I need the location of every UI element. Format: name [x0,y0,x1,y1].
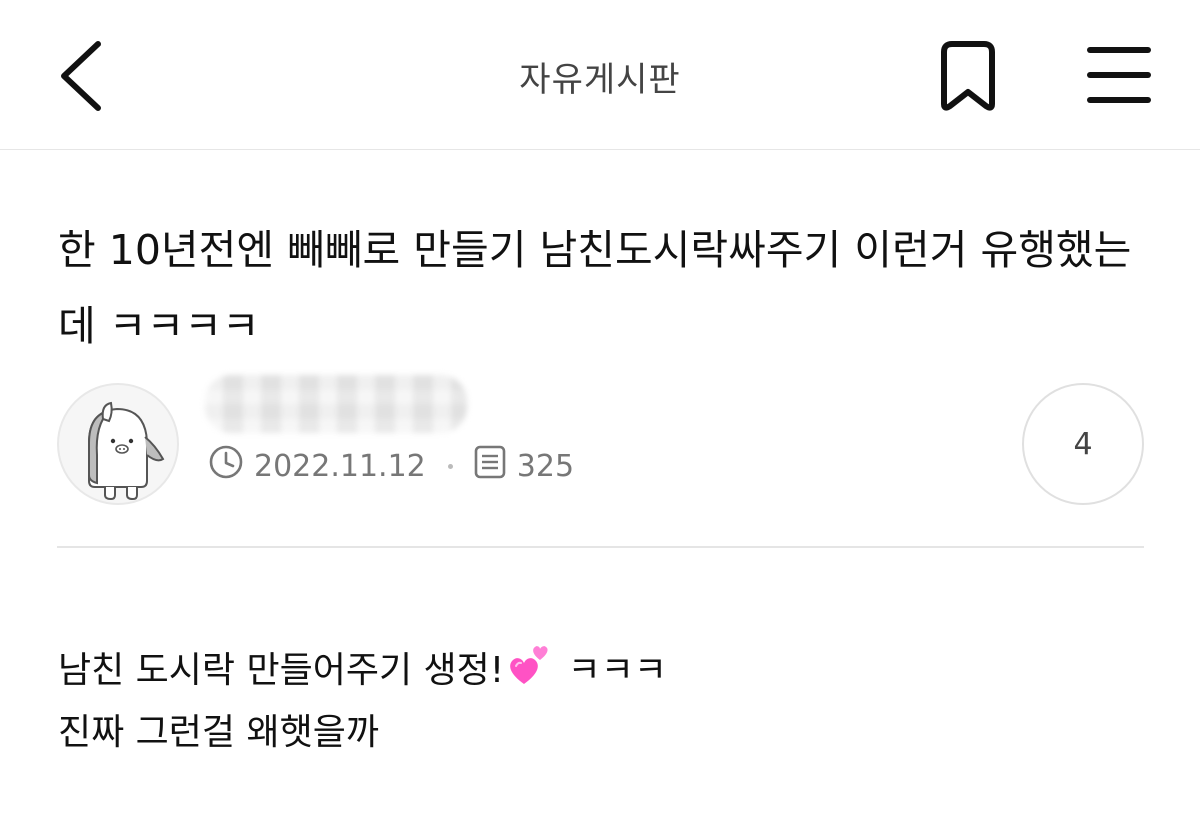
post-title: 한 10년전엔 빼빼로 만들기 남친도시락싸주기 이런거 유행했는데 ㅋㅋㅋㅋ [58,226,1132,350]
two-hearts-emoji [510,646,548,684]
meta-separator [447,463,453,469]
avatar[interactable] [57,383,179,505]
post-body: 남친 도시락 만들어주기 생정! ㅋㅋㅋ 진짜 그런걸 왜햇을까 [58,640,1158,764]
comment-count-button[interactable]: 4 [1022,383,1144,505]
view-count: 325 [516,448,575,484]
bear-mascot-avatar [88,401,165,501]
post-body-line-1: 남친 도시락 만들어주기 생정! ㅋㅋㅋ [58,640,1158,702]
post-date: 2022.11.12 [254,448,426,484]
bookmark-button[interactable] [930,38,1006,114]
divider [57,546,1144,548]
hamburger-menu-icon [1087,47,1151,103]
post-meta: 2022.11.12 325 [208,444,574,488]
top-bar: 자유게시판 [0,0,1200,150]
bookmark-icon [941,41,995,111]
document-icon [473,444,507,488]
author-name[interactable] [205,375,467,433]
page-title: 자유게시판 [519,60,681,100]
clock-icon [208,444,244,488]
menu-button[interactable] [1080,40,1160,112]
post-body-line-2: 진짜 그런걸 왜햇을까 [58,712,379,753]
